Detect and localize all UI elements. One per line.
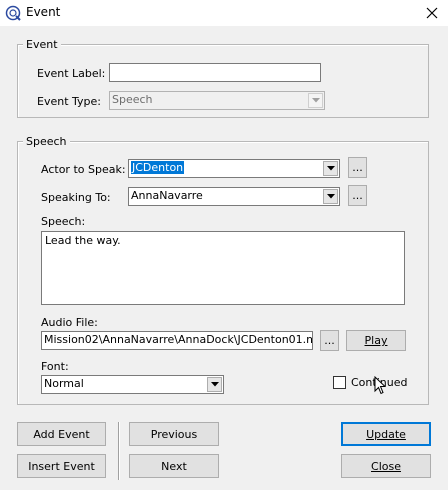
font-value: Normal [44,377,84,390]
app-icon [5,5,21,21]
font-caption: Font: [41,360,69,373]
play-button[interactable]: Play [346,330,406,351]
speaking-to-select[interactable]: AnnaNavarre [128,187,340,206]
actor-select[interactable]: JCDenton [128,159,340,178]
close-button[interactable]: Close [341,454,431,478]
speaking-to-caption: Speaking To: [41,191,111,204]
close-label: Close [371,459,401,473]
font-select[interactable]: Normal [41,375,224,394]
speech-textarea[interactable]: Lead the way. [41,231,405,305]
event-type-caption: Event Type: [37,95,101,108]
dropdown-arrow[interactable] [207,377,222,392]
speech-group-title: Speech [23,135,70,148]
chevron-down-icon [326,166,335,171]
audio-browse-button[interactable]: ... [320,330,339,351]
mouse-cursor-icon [374,376,386,395]
event-type-value: Speech [112,93,153,106]
chevron-down-icon [326,194,335,199]
actor-browse-button[interactable]: ... [348,157,367,178]
next-button[interactable]: Next [129,454,219,478]
play-button-label: Play [364,334,388,347]
close-icon [426,7,438,19]
update-button[interactable]: Update [341,422,431,446]
event-label-caption: Event Label: [37,67,106,80]
chevron-down-icon [210,382,219,387]
actor-value: JCDenton [131,161,185,174]
next-label: Next [161,459,187,473]
speaking-to-browse-button[interactable]: ... [348,185,367,206]
dropdown-arrow[interactable] [308,93,323,108]
actor-caption: Actor to Speak: [41,163,126,176]
event-group-title: Event [23,38,61,51]
speech-caption: Speech: [41,215,86,228]
audio-file-caption: Audio File: [41,316,98,329]
chevron-down-icon [311,98,320,103]
dropdown-arrow[interactable] [323,189,338,204]
dropdown-arrow[interactable] [323,161,338,176]
title-bar: Event [0,0,448,26]
event-label-input[interactable] [109,63,321,82]
audio-file-input[interactable]: Mission02\AnnaNavarre\AnnaDock\JCDenton0… [41,331,313,350]
update-label: Update [366,427,406,441]
window-title: Event [26,5,61,19]
event-type-select[interactable]: Speech [109,91,325,110]
continued-checkbox[interactable] [333,376,346,389]
previous-label: Previous [150,427,198,441]
close-window-button[interactable] [418,1,446,25]
insert-event-button[interactable]: Insert Event [17,454,106,478]
add-event-button[interactable]: Add Event [17,422,106,446]
add-event-label: Add Event [33,427,90,441]
speaking-to-value: AnnaNavarre [131,189,203,202]
previous-button[interactable]: Previous [129,422,219,446]
vertical-separator-highlight [119,422,120,480]
insert-event-label: Insert Event [28,459,95,473]
